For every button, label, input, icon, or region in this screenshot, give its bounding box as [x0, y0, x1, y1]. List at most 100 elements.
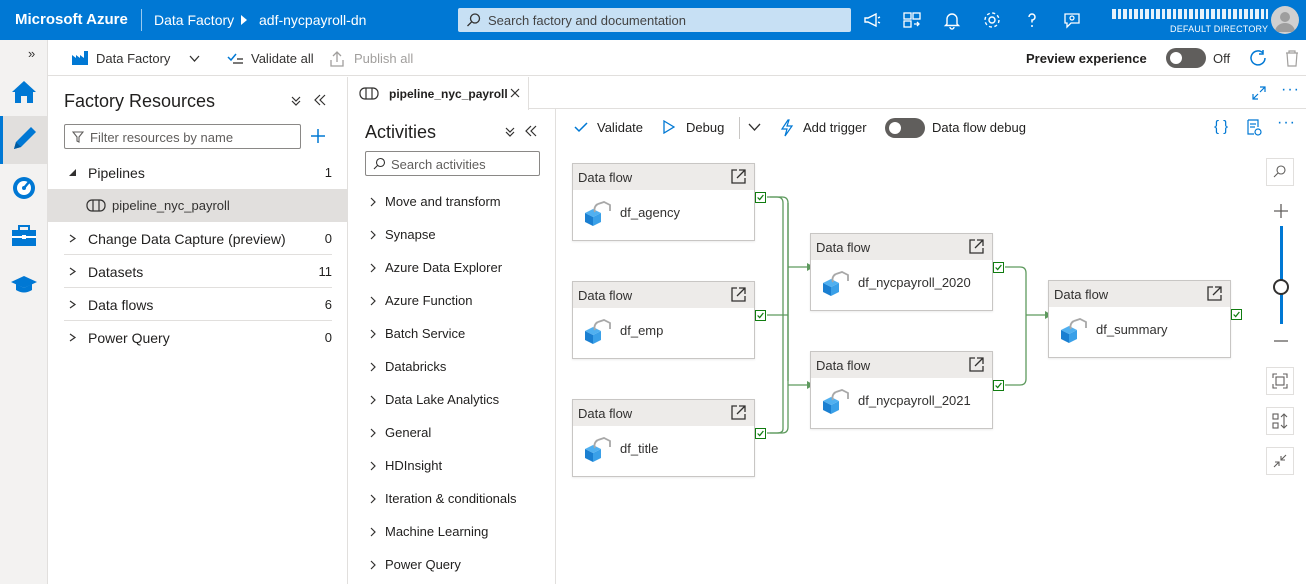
resource-group-dataflows[interactable]: Data flows 6 — [48, 288, 348, 321]
activity-category-label: HDInsight — [385, 458, 443, 473]
zoom-slider-track[interactable] — [1280, 226, 1283, 324]
nav-manage[interactable] — [0, 212, 48, 260]
node-header: Data flow — [573, 282, 754, 308]
fit-to-screen-button[interactable] — [1266, 367, 1294, 395]
megaphone-icon[interactable] — [862, 10, 882, 30]
resource-group-count: 1 — [324, 165, 332, 180]
resource-item-pipeline[interactable]: pipeline_nyc_payroll — [48, 189, 348, 222]
dataflow-activity-node[interactable]: Data flow df_nycpayroll_2020 — [810, 233, 1004, 311]
activity-category[interactable]: Databricks — [349, 350, 555, 383]
resource-group-power-query[interactable]: Power Query 0 — [48, 321, 348, 354]
chevron-down-icon[interactable] — [189, 55, 200, 63]
resource-group-datasets[interactable]: Datasets 11 — [48, 255, 348, 288]
activity-category[interactable]: Azure Function — [349, 284, 555, 317]
nav-home[interactable] — [0, 68, 48, 116]
help-question-icon[interactable] — [1022, 10, 1042, 30]
add-resource-plus-icon[interactable] — [310, 128, 326, 144]
dataflow-activity-node[interactable]: Data flow df_summary — [1048, 280, 1242, 358]
azure-brand[interactable]: Microsoft Azure — [15, 11, 128, 28]
dataflow-icon — [823, 271, 849, 296]
nav-learning[interactable] — [0, 260, 48, 308]
node-type-label: Data flow — [578, 406, 633, 421]
filter-resources-input[interactable]: Filter resources by name — [64, 124, 301, 149]
collapse-all-icon[interactable] — [290, 95, 302, 107]
activity-category[interactable]: HDInsight — [349, 449, 555, 482]
chevron-right-icon — [370, 494, 376, 504]
resource-group-pipelines[interactable]: Pipelines 1 — [48, 156, 348, 189]
chevron-right-icon — [370, 395, 376, 405]
more-options-icon[interactable]: ··· — [1281, 81, 1300, 99]
open-external-icon[interactable] — [730, 286, 747, 303]
activity-category[interactable]: Move and transform — [349, 185, 555, 218]
debug-button[interactable]: Debug — [686, 120, 724, 135]
canvas-search-button[interactable] — [1266, 158, 1294, 186]
validate-check-icon — [574, 122, 588, 133]
activity-category[interactable]: Batch Service — [349, 317, 555, 350]
activity-category[interactable]: Power Query — [349, 548, 555, 581]
resource-group-count: 6 — [324, 297, 332, 312]
discard-trash-icon[interactable] — [1284, 49, 1300, 67]
user-avatar[interactable] — [1271, 6, 1299, 34]
add-trigger-button[interactable]: Add trigger — [803, 120, 867, 135]
dataflow-activity-node[interactable]: Data flow df_title — [572, 399, 766, 477]
close-tab-icon[interactable] — [510, 88, 520, 98]
preview-experience-toggle[interactable] — [1166, 48, 1206, 68]
pipeline-canvas[interactable]: Data flow df_agency Data flow df_emp Data fl… — [557, 147, 1306, 584]
zoom-slider-thumb[interactable] — [1273, 279, 1289, 295]
search-activities-input[interactable]: Search activities — [365, 151, 540, 176]
zoom-out-minus-icon[interactable] — [1273, 333, 1289, 349]
auto-align-button[interactable] — [1266, 407, 1294, 435]
chevron-right-icon — [370, 296, 376, 306]
tab-pipeline-nyc-payroll[interactable]: pipeline_nyc_payroll — [349, 77, 529, 110]
monitor-gauge-icon — [13, 177, 35, 199]
activity-category[interactable]: Machine Learning — [349, 515, 555, 548]
collapse-all-icon[interactable] — [504, 126, 516, 138]
dataflow-activity-node[interactable]: Data flow df_emp — [572, 281, 766, 359]
properties-icon[interactable] — [1246, 119, 1262, 136]
dataflow-activity-node[interactable]: Data flow df_agency — [572, 163, 766, 241]
maximize-icon[interactable] — [1252, 86, 1266, 100]
zoom-in-plus-icon[interactable] — [1273, 203, 1289, 219]
breadcrumb-factory-name[interactable]: adf-nycpayroll-dn — [259, 12, 366, 28]
notification-bell-icon[interactable] — [942, 10, 962, 30]
activity-category[interactable]: General — [349, 416, 555, 449]
settings-gear-icon[interactable] — [982, 10, 1002, 30]
activity-category[interactable]: Data Lake Analytics — [349, 383, 555, 416]
activity-category[interactable]: Synapse — [349, 218, 555, 251]
activity-category[interactable]: Azure Data Explorer — [349, 251, 555, 284]
validate-button[interactable]: Validate — [597, 120, 643, 135]
feedback-icon[interactable] — [1062, 10, 1082, 30]
activity-category-label: Move and transform — [385, 194, 501, 209]
activity-category[interactable]: Iteration & conditionals — [349, 482, 555, 515]
switch-directory-icon[interactable] — [902, 10, 922, 30]
breadcrumb-data-factory[interactable]: Data Factory — [154, 12, 234, 28]
dataflow-activity-node[interactable]: Data flow df_nycpayroll_2021 — [810, 351, 1004, 429]
publish-all-button[interactable]: Publish all — [354, 51, 413, 66]
open-external-icon[interactable] — [968, 356, 985, 373]
resource-group-cdc[interactable]: Change Data Capture (preview) 0 — [48, 222, 348, 255]
node-name: df_nycpayroll_2020 — [858, 275, 971, 290]
nav-author[interactable] — [0, 116, 48, 164]
validate-all-button[interactable]: Validate all — [251, 51, 314, 66]
collapse-canvas-button[interactable] — [1266, 447, 1294, 475]
global-search-box[interactable]: Search factory and documentation — [458, 8, 851, 32]
open-external-icon[interactable] — [1206, 285, 1223, 302]
refresh-icon[interactable] — [1249, 49, 1267, 67]
nav-monitor[interactable] — [0, 164, 48, 212]
factory-resources-title: Factory Resources — [64, 91, 216, 111]
collapse-panel-icon[interactable] — [313, 94, 327, 106]
data-factory-dropdown[interactable]: Data Factory — [96, 51, 170, 66]
open-external-icon[interactable] — [968, 238, 985, 255]
code-braces-icon[interactable]: { } — [1214, 118, 1228, 135]
dataflow-debug-toggle[interactable] — [885, 118, 925, 138]
chevron-right-icon — [370, 263, 376, 273]
user-account-name-redacted[interactable] — [1112, 9, 1268, 19]
more-options-icon[interactable]: ··· — [1277, 114, 1296, 132]
collapse-panel-icon[interactable] — [524, 125, 538, 137]
chevron-down-icon[interactable] — [748, 123, 761, 132]
search-activities-placeholder: Search activities — [391, 157, 486, 172]
expand-nav-icon[interactable]: » — [28, 46, 35, 61]
dataflow-debug-label: Data flow debug — [932, 120, 1026, 135]
open-external-icon[interactable] — [730, 168, 747, 185]
open-external-icon[interactable] — [730, 404, 747, 421]
